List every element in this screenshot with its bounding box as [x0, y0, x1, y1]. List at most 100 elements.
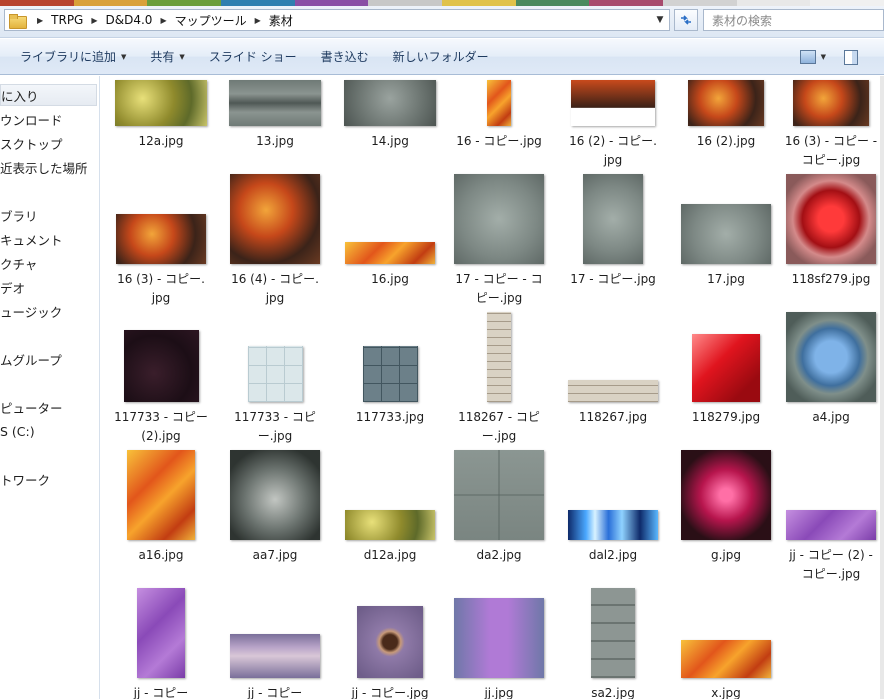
- nav-item-downloads[interactable]: ウンロード: [0, 108, 63, 130]
- nav-item-drive-c[interactable]: S (C:): [0, 420, 35, 442]
- file-thumbnail[interactable]: [127, 450, 195, 540]
- file-thumbnail[interactable]: [571, 80, 655, 126]
- nav-item-videos[interactable]: デオ: [0, 276, 25, 298]
- file-thumbnail[interactable]: [230, 634, 320, 678]
- file-name[interactable]: 16 (3) - コピー. jpg: [101, 270, 221, 308]
- file-name[interactable]: 14.jpg: [330, 132, 450, 151]
- file-name[interactable]: 16 (3) - コピー - コピー.jpg: [771, 132, 884, 170]
- file-thumbnail[interactable]: [362, 346, 418, 402]
- burn-button[interactable]: 書き込む: [309, 45, 381, 69]
- preview-pane-icon[interactable]: [844, 49, 858, 65]
- nav-item-music[interactable]: ュージック: [0, 300, 62, 322]
- file-name[interactable]: 17 - コピー.jpg: [553, 270, 673, 289]
- file-name[interactable]: 12a.jpg: [101, 132, 221, 151]
- file-thumbnail[interactable]: [345, 242, 435, 264]
- file-name[interactable]: jj.jpg: [439, 684, 559, 699]
- file-name[interactable]: a16.jpg: [101, 546, 221, 565]
- address-bar[interactable]: ▶ TRPG ▶ D&D4.0 ▶ マップツール ▶ 素材 ▼: [4, 9, 670, 31]
- refresh-button[interactable]: [674, 9, 698, 31]
- chevron-down-icon[interactable]: ▼: [653, 12, 667, 28]
- file-name[interactable]: 118sf279.jpg: [771, 270, 884, 289]
- file-thumbnail[interactable]: [230, 174, 320, 264]
- breadcrumb-trpg[interactable]: TRPG: [49, 13, 85, 27]
- file-thumbnail[interactable]: [681, 640, 771, 678]
- file-thumbnail[interactable]: [247, 346, 303, 402]
- file-name[interactable]: sa2.jpg: [553, 684, 673, 699]
- file-thumbnail[interactable]: [786, 510, 876, 540]
- chevron-right-icon[interactable]: ▶: [154, 16, 172, 25]
- file-thumbnail[interactable]: [116, 214, 206, 264]
- chevron-down-icon[interactable]: ▼: [821, 53, 826, 61]
- file-name[interactable]: 118267 - コピ ー.jpg: [439, 408, 559, 446]
- file-thumbnail[interactable]: [137, 588, 185, 678]
- file-name[interactable]: 16 (2).jpg: [666, 132, 786, 151]
- new-folder-button[interactable]: 新しいフォルダー: [381, 45, 501, 69]
- nav-item-homegroup[interactable]: ムグループ: [0, 348, 62, 370]
- file-thumbnail[interactable]: [230, 450, 320, 540]
- file-name[interactable]: jj - コピー (2) - コピー.jpg: [771, 546, 884, 584]
- file-name[interactable]: 17.jpg: [666, 270, 786, 289]
- file-name[interactable]: da2.jpg: [439, 546, 559, 565]
- file-name[interactable]: 118279.jpg: [666, 408, 786, 427]
- search-input[interactable]: 素材の検索: [703, 9, 884, 31]
- file-thumbnail[interactable]: [688, 80, 764, 126]
- file-thumbnail[interactable]: [786, 312, 876, 402]
- file-name[interactable]: 16 (4) - コピー. jpg: [215, 270, 335, 308]
- file-thumbnail[interactable]: [229, 80, 321, 126]
- file-thumbnail[interactable]: [583, 174, 643, 264]
- file-thumbnail[interactable]: [357, 606, 423, 678]
- chevron-right-icon[interactable]: ▶: [85, 16, 103, 25]
- nav-item-pictures[interactable]: クチャ: [0, 252, 37, 274]
- nav-item-recent-places[interactable]: 近表示した場所: [0, 156, 88, 178]
- file-name[interactable]: 117733 - コピー (2).jpg: [101, 408, 221, 446]
- file-thumbnail[interactable]: [454, 450, 544, 540]
- file-name[interactable]: 16 - コピー.jpg: [439, 132, 559, 151]
- view-icon[interactable]: [799, 50, 816, 64]
- file-name[interactable]: dal2.jpg: [553, 546, 673, 565]
- file-name[interactable]: x.jpg: [666, 684, 786, 699]
- file-thumbnail[interactable]: [681, 204, 771, 264]
- nav-item-computer[interactable]: ピューター: [0, 396, 63, 418]
- file-name[interactable]: 118267.jpg: [553, 408, 673, 427]
- file-thumbnail[interactable]: [345, 510, 435, 540]
- nav-item-favorites[interactable]: に入り: [0, 84, 97, 106]
- file-name[interactable]: d12a.jpg: [330, 546, 450, 565]
- breadcrumb-dnd[interactable]: D&D4.0: [104, 13, 155, 27]
- file-thumbnail[interactable]: [681, 450, 771, 540]
- file-thumbnail[interactable]: [487, 312, 511, 402]
- file-thumbnail[interactable]: [454, 598, 544, 678]
- share-button[interactable]: 共有 ▼: [138, 45, 196, 69]
- chevron-right-icon[interactable]: ▶: [31, 16, 49, 25]
- file-thumbnail[interactable]: [568, 380, 658, 402]
- breadcrumb-current[interactable]: 素材: [267, 12, 295, 29]
- file-name[interactable]: 117733 - コピ ー.jpg: [215, 408, 335, 446]
- file-name[interactable]: jj - コピー (3) -: [101, 684, 221, 699]
- file-thumbnail[interactable]: [115, 80, 207, 126]
- chevron-right-icon[interactable]: ▶: [249, 16, 267, 25]
- file-thumbnail[interactable]: [692, 334, 760, 402]
- file-name[interactable]: aa7.jpg: [215, 546, 335, 565]
- file-thumbnail[interactable]: [793, 80, 869, 126]
- nav-item-desktop[interactable]: スクトップ: [0, 132, 63, 154]
- nav-item-network[interactable]: トワーク: [0, 468, 50, 490]
- file-name[interactable]: a4.jpg: [771, 408, 884, 427]
- file-thumbnail[interactable]: [591, 588, 635, 678]
- nav-item-documents[interactable]: キュメント: [0, 228, 63, 250]
- file-thumbnail[interactable]: [568, 510, 658, 540]
- file-name[interactable]: 117733.jpg: [330, 408, 450, 427]
- file-thumbnail[interactable]: [487, 80, 511, 126]
- file-name[interactable]: 16 (2) - コピー. jpg: [553, 132, 673, 170]
- nav-item-libraries[interactable]: ブラリ: [0, 204, 38, 226]
- slideshow-button[interactable]: スライド ショー: [197, 45, 309, 69]
- add-to-library-button[interactable]: ライブラリに追加 ▼: [0, 45, 138, 69]
- file-name[interactable]: 13.jpg: [215, 132, 335, 151]
- file-name[interactable]: jj - コピー (3) -: [215, 684, 335, 699]
- file-thumbnail[interactable]: [344, 80, 436, 126]
- file-name[interactable]: jj - コピー.jpg: [330, 684, 450, 699]
- file-thumbnail[interactable]: [786, 174, 876, 264]
- file-name[interactable]: 16.jpg: [330, 270, 450, 289]
- file-thumbnail[interactable]: [454, 174, 544, 264]
- file-name[interactable]: g.jpg: [666, 546, 786, 565]
- file-thumbnail[interactable]: [123, 330, 199, 402]
- breadcrumb-maptool[interactable]: マップツール: [173, 12, 249, 29]
